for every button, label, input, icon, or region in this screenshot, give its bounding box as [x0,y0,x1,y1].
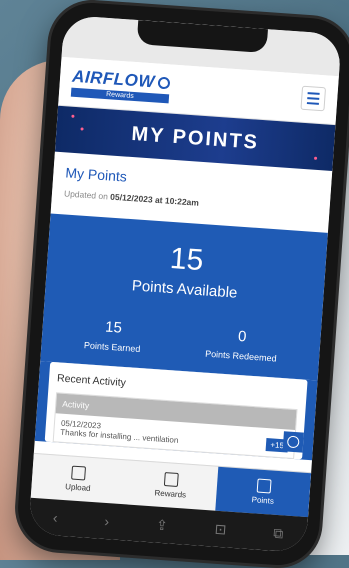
airflow-logo[interactable]: AIRFLOW Rewards [70,67,171,104]
hamburger-menu-button[interactable] [300,85,327,112]
recent-activity-card: Recent Activity Activity 05/12/2023 Than… [44,361,308,460]
points-earned-value: 15 [104,318,123,337]
forward-icon[interactable]: › [104,513,110,529]
star-icon [286,435,300,449]
points-earned-label: Points Earned [83,340,141,355]
page-title: MY POINTS [130,122,260,154]
tabs-icon[interactable]: ⧉ [273,524,284,542]
points-redeemed: 0 Points Redeemed [205,326,279,364]
fan-icon [157,76,171,90]
tab-points[interactable]: Points [215,466,312,518]
tab-label: Rewards [154,488,187,500]
upload-icon [71,465,87,481]
points-panel: 15 Points Available 15 Points Earned 0 P… [40,213,328,381]
sparkle-icon [80,127,84,131]
tab-upload[interactable]: Upload [31,454,127,504]
phone-frame: AIRFLOW Rewards MY POINTS My Points Upda… [15,0,349,568]
phone-screen: AIRFLOW Rewards MY POINTS My Points Upda… [28,14,342,554]
star-button[interactable] [282,431,304,453]
tab-rewards[interactable]: Rewards [123,460,219,510]
share-icon[interactable]: ⇪ [155,516,169,534]
coins-icon [256,478,272,494]
bookmarks-icon[interactable]: ⊡ [214,520,227,538]
points-earned: 15 Points Earned [84,317,143,354]
points-redeemed-label: Points Redeemed [204,348,277,364]
tab-label: Upload [64,482,91,493]
back-icon[interactable]: ‹ [52,509,58,525]
gift-icon [163,472,179,487]
tab-label: Points [251,495,275,506]
activity-table: Activity 05/12/2023 Thanks for installin… [52,392,298,460]
sparkle-icon [313,156,318,160]
menu-icon [307,92,320,95]
sparkle-icon [71,114,75,118]
points-redeemed-value: 0 [237,327,247,346]
